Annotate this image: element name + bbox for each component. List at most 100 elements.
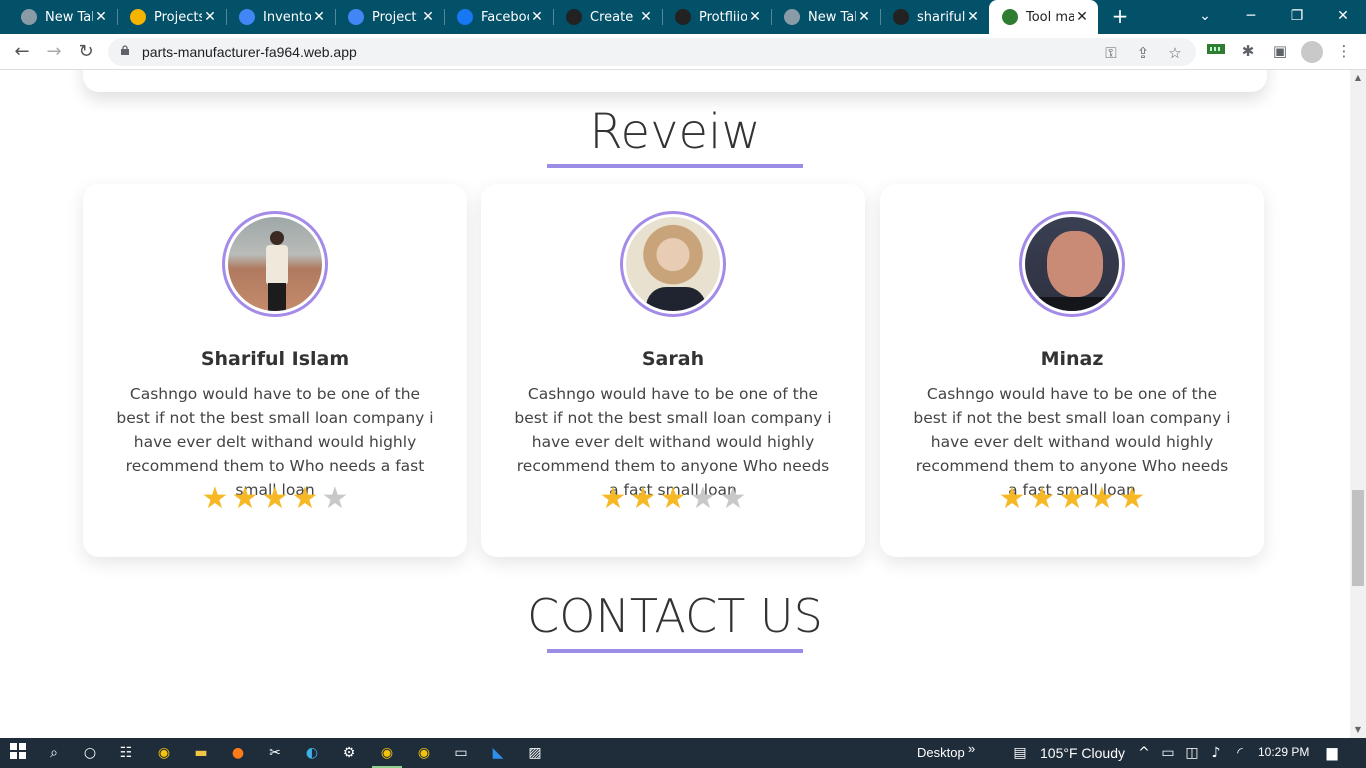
- star-filled-icon: ★: [231, 481, 259, 516]
- chrome-app-icon[interactable]: ◉: [154, 743, 174, 763]
- browser-tab[interactable]: Create a✕: [553, 0, 662, 34]
- browser-tab[interactable]: New Tab✕: [8, 0, 117, 34]
- close-tab-icon[interactable]: ✕: [93, 9, 109, 25]
- reviewer-name: Minaz: [1040, 348, 1104, 370]
- close-tab-icon[interactable]: ✕: [747, 9, 763, 25]
- scroll-up-arrow-icon[interactable]: ▲: [1350, 70, 1366, 86]
- scroll-thumb[interactable]: [1352, 490, 1364, 586]
- star-rating: ★ ★ ★ ★ ★: [481, 484, 865, 514]
- contact-section-title: CONTACT US: [527, 589, 823, 643]
- profile-avatar[interactable]: [1301, 41, 1323, 63]
- weather-text[interactable]: 105°F Cloudy: [1040, 745, 1125, 761]
- toolbar-expand-icon[interactable]: »: [968, 741, 975, 756]
- star-filled-icon: ★: [291, 481, 319, 516]
- review-title-underline: [547, 164, 803, 168]
- contact-title-underline: [547, 649, 803, 653]
- app-icon[interactable]: ⚙: [339, 743, 359, 763]
- volume-icon[interactable]: ♪: [1206, 743, 1226, 763]
- browser-tab-strip: New Tab✕Projects✕Inventory✕Project r✕Fac…: [0, 0, 1366, 34]
- browser-tab[interactable]: New Tab✕: [771, 0, 880, 34]
- capcut-icon[interactable]: ✂: [265, 743, 285, 763]
- windows-start-icon[interactable]: [8, 743, 28, 763]
- share-icon[interactable]: ⇪: [1134, 44, 1152, 62]
- key-icon[interactable]: ⚿: [1102, 44, 1120, 62]
- star-filled-icon: ★: [998, 481, 1026, 516]
- task-view-icon[interactable]: ☷: [116, 743, 136, 763]
- chrome-icon: [784, 9, 800, 25]
- close-window-button[interactable]: ✕: [1320, 0, 1366, 34]
- close-tab-icon[interactable]: ✕: [638, 9, 654, 25]
- reviewer-photo: [1025, 217, 1119, 311]
- lock-icon: [121, 45, 129, 55]
- reviewer-photo: [228, 217, 322, 311]
- browser-tab[interactable]: Faceboo✕: [444, 0, 553, 34]
- side-panel-icon[interactable]: ▣: [1270, 41, 1290, 61]
- react-icon: [566, 9, 582, 25]
- forward-icon[interactable]: →: [42, 40, 66, 64]
- avatar: [620, 211, 726, 317]
- browser-tab[interactable]: Inventory✕: [226, 0, 335, 34]
- extension-green-icon[interactable]: [1206, 41, 1226, 61]
- search-icon[interactable]: ⌕: [44, 743, 64, 763]
- weather-icon[interactable]: ▤: [1010, 743, 1030, 763]
- tray-chevron-icon[interactable]: ^: [1134, 743, 1154, 763]
- close-tab-icon[interactable]: ✕: [1074, 9, 1090, 25]
- star-filled-icon: ★: [1118, 481, 1146, 516]
- close-tab-icon[interactable]: ✕: [202, 9, 218, 25]
- tab-title: Faceboo: [481, 9, 529, 25]
- vscode-icon[interactable]: ◣: [488, 743, 508, 763]
- scroll-down-arrow-icon[interactable]: ▼: [1350, 722, 1366, 738]
- close-tab-icon[interactable]: ✕: [311, 9, 327, 25]
- edge-icon[interactable]: ◐: [302, 743, 322, 763]
- firefox-icon[interactable]: ●: [228, 743, 248, 763]
- star-filled-icon: ★: [599, 481, 627, 516]
- previous-section-card: [83, 70, 1267, 92]
- review-section-title: Reveiw: [589, 104, 761, 160]
- chrome-active-icon[interactable]: ◉: [377, 743, 397, 763]
- page-viewport: Reveiw Shariful Islam Cashngo would have…: [0, 70, 1350, 738]
- tab-search-icon[interactable]: ⌄: [1182, 0, 1228, 34]
- browser-tab[interactable]: Projects ✕: [117, 0, 226, 34]
- extensions-puzzle-icon[interactable]: ✱: [1238, 41, 1258, 61]
- google-drive-icon: [130, 9, 146, 25]
- browser-tab[interactable]: shariful ✕: [880, 0, 989, 34]
- star-filled-icon: ★: [261, 481, 289, 516]
- reload-icon[interactable]: ↻: [74, 40, 98, 64]
- minimize-button[interactable]: ─: [1228, 0, 1274, 34]
- browser-tab[interactable]: Project r✕: [335, 0, 444, 34]
- review-card: Shariful Islam Cashngo would have to be …: [83, 184, 467, 557]
- star-filled-icon: ★: [1058, 481, 1086, 516]
- back-icon[interactable]: ←: [10, 40, 34, 64]
- clock-time[interactable]: 10:29 PM: [1258, 745, 1309, 759]
- close-tab-icon[interactable]: ✕: [965, 9, 981, 25]
- tab-title: Projects: [154, 9, 202, 25]
- tab-title: Tool ma: [1026, 9, 1074, 25]
- close-tab-icon[interactable]: ✕: [420, 9, 436, 25]
- battery-icon[interactable]: ▭: [1158, 743, 1178, 763]
- bookmark-star-icon[interactable]: ☆: [1166, 44, 1184, 62]
- notification-icon[interactable]: ▆: [1322, 743, 1342, 763]
- star-filled-icon: ★: [1028, 481, 1056, 516]
- star-empty-icon: ★: [689, 481, 717, 516]
- photos-icon[interactable]: ▨: [525, 743, 545, 763]
- chrome-profile-icon[interactable]: ◉: [414, 743, 434, 763]
- menu-kebab-icon[interactable]: ⋮: [1334, 41, 1354, 61]
- page-scrollbar[interactable]: ▲ ▼: [1350, 70, 1366, 738]
- address-bar[interactable]: parts-manufacturer-fa964.web.app ⚿ ⇪ ☆: [108, 38, 1196, 66]
- restore-button[interactable]: ❐: [1274, 0, 1320, 34]
- browser-tab[interactable]: Tool ma ✕: [989, 0, 1098, 34]
- file-explorer-icon[interactable]: ▬: [191, 743, 211, 763]
- windows-taskbar: ⌕ ○ ☷ ◉ ▬ ● ✂ ◐ ⚙ ◉ ◉ ▭ ◣ ▨ Desktop » ▤ …: [0, 738, 1366, 768]
- reviewer-photo: [626, 217, 720, 311]
- close-tab-icon[interactable]: ✕: [856, 9, 872, 25]
- cortana-icon[interactable]: ○: [80, 743, 100, 763]
- meet-icon[interactable]: ◫: [1182, 743, 1202, 763]
- google-docs-icon: [239, 9, 255, 25]
- new-tab-button[interactable]: +: [1108, 5, 1132, 29]
- desktop-toolbar-label[interactable]: Desktop: [917, 745, 965, 760]
- close-tab-icon[interactable]: ✕: [529, 9, 545, 25]
- url-text: parts-manufacturer-fa964.web.app: [142, 44, 357, 60]
- terminal-icon[interactable]: ▭: [451, 743, 471, 763]
- browser-tab[interactable]: Protfliio ✕: [662, 0, 771, 34]
- wifi-icon[interactable]: ◜: [1230, 743, 1250, 763]
